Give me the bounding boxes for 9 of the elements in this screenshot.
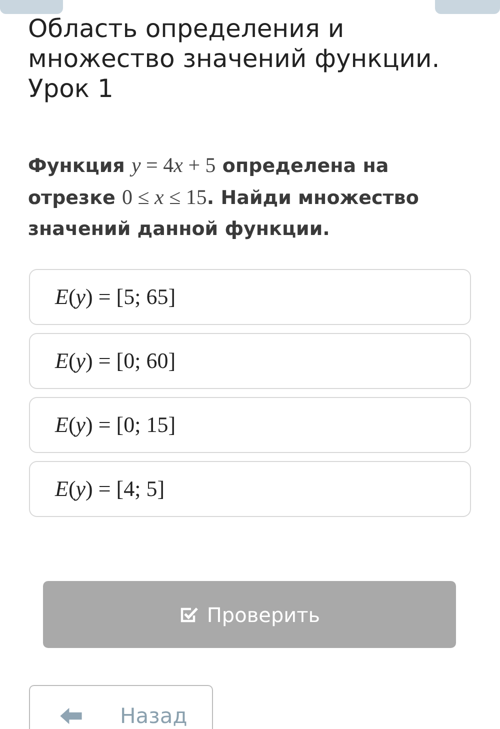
question-text: Функция y = 4x + 5 определена на отрезке 0 ≤ x ≤ 15. Найди множество значений данной функции. [28,152,420,242]
answer-option[interactable]: E(y) = [5; 65] [29,269,471,325]
arrow-left-icon [60,706,82,724]
answer-option[interactable]: E(y) = [4; 5] [29,461,471,517]
answer-option[interactable]: E(y) = [0; 60] [29,333,471,389]
header-tab[interactable] [0,0,63,14]
header-tab[interactable] [435,0,500,14]
answer-option[interactable]: E(y) = [0; 15] [29,397,471,453]
lesson-title: Область определения и множество значений функции. Урок 1 [28,14,441,104]
